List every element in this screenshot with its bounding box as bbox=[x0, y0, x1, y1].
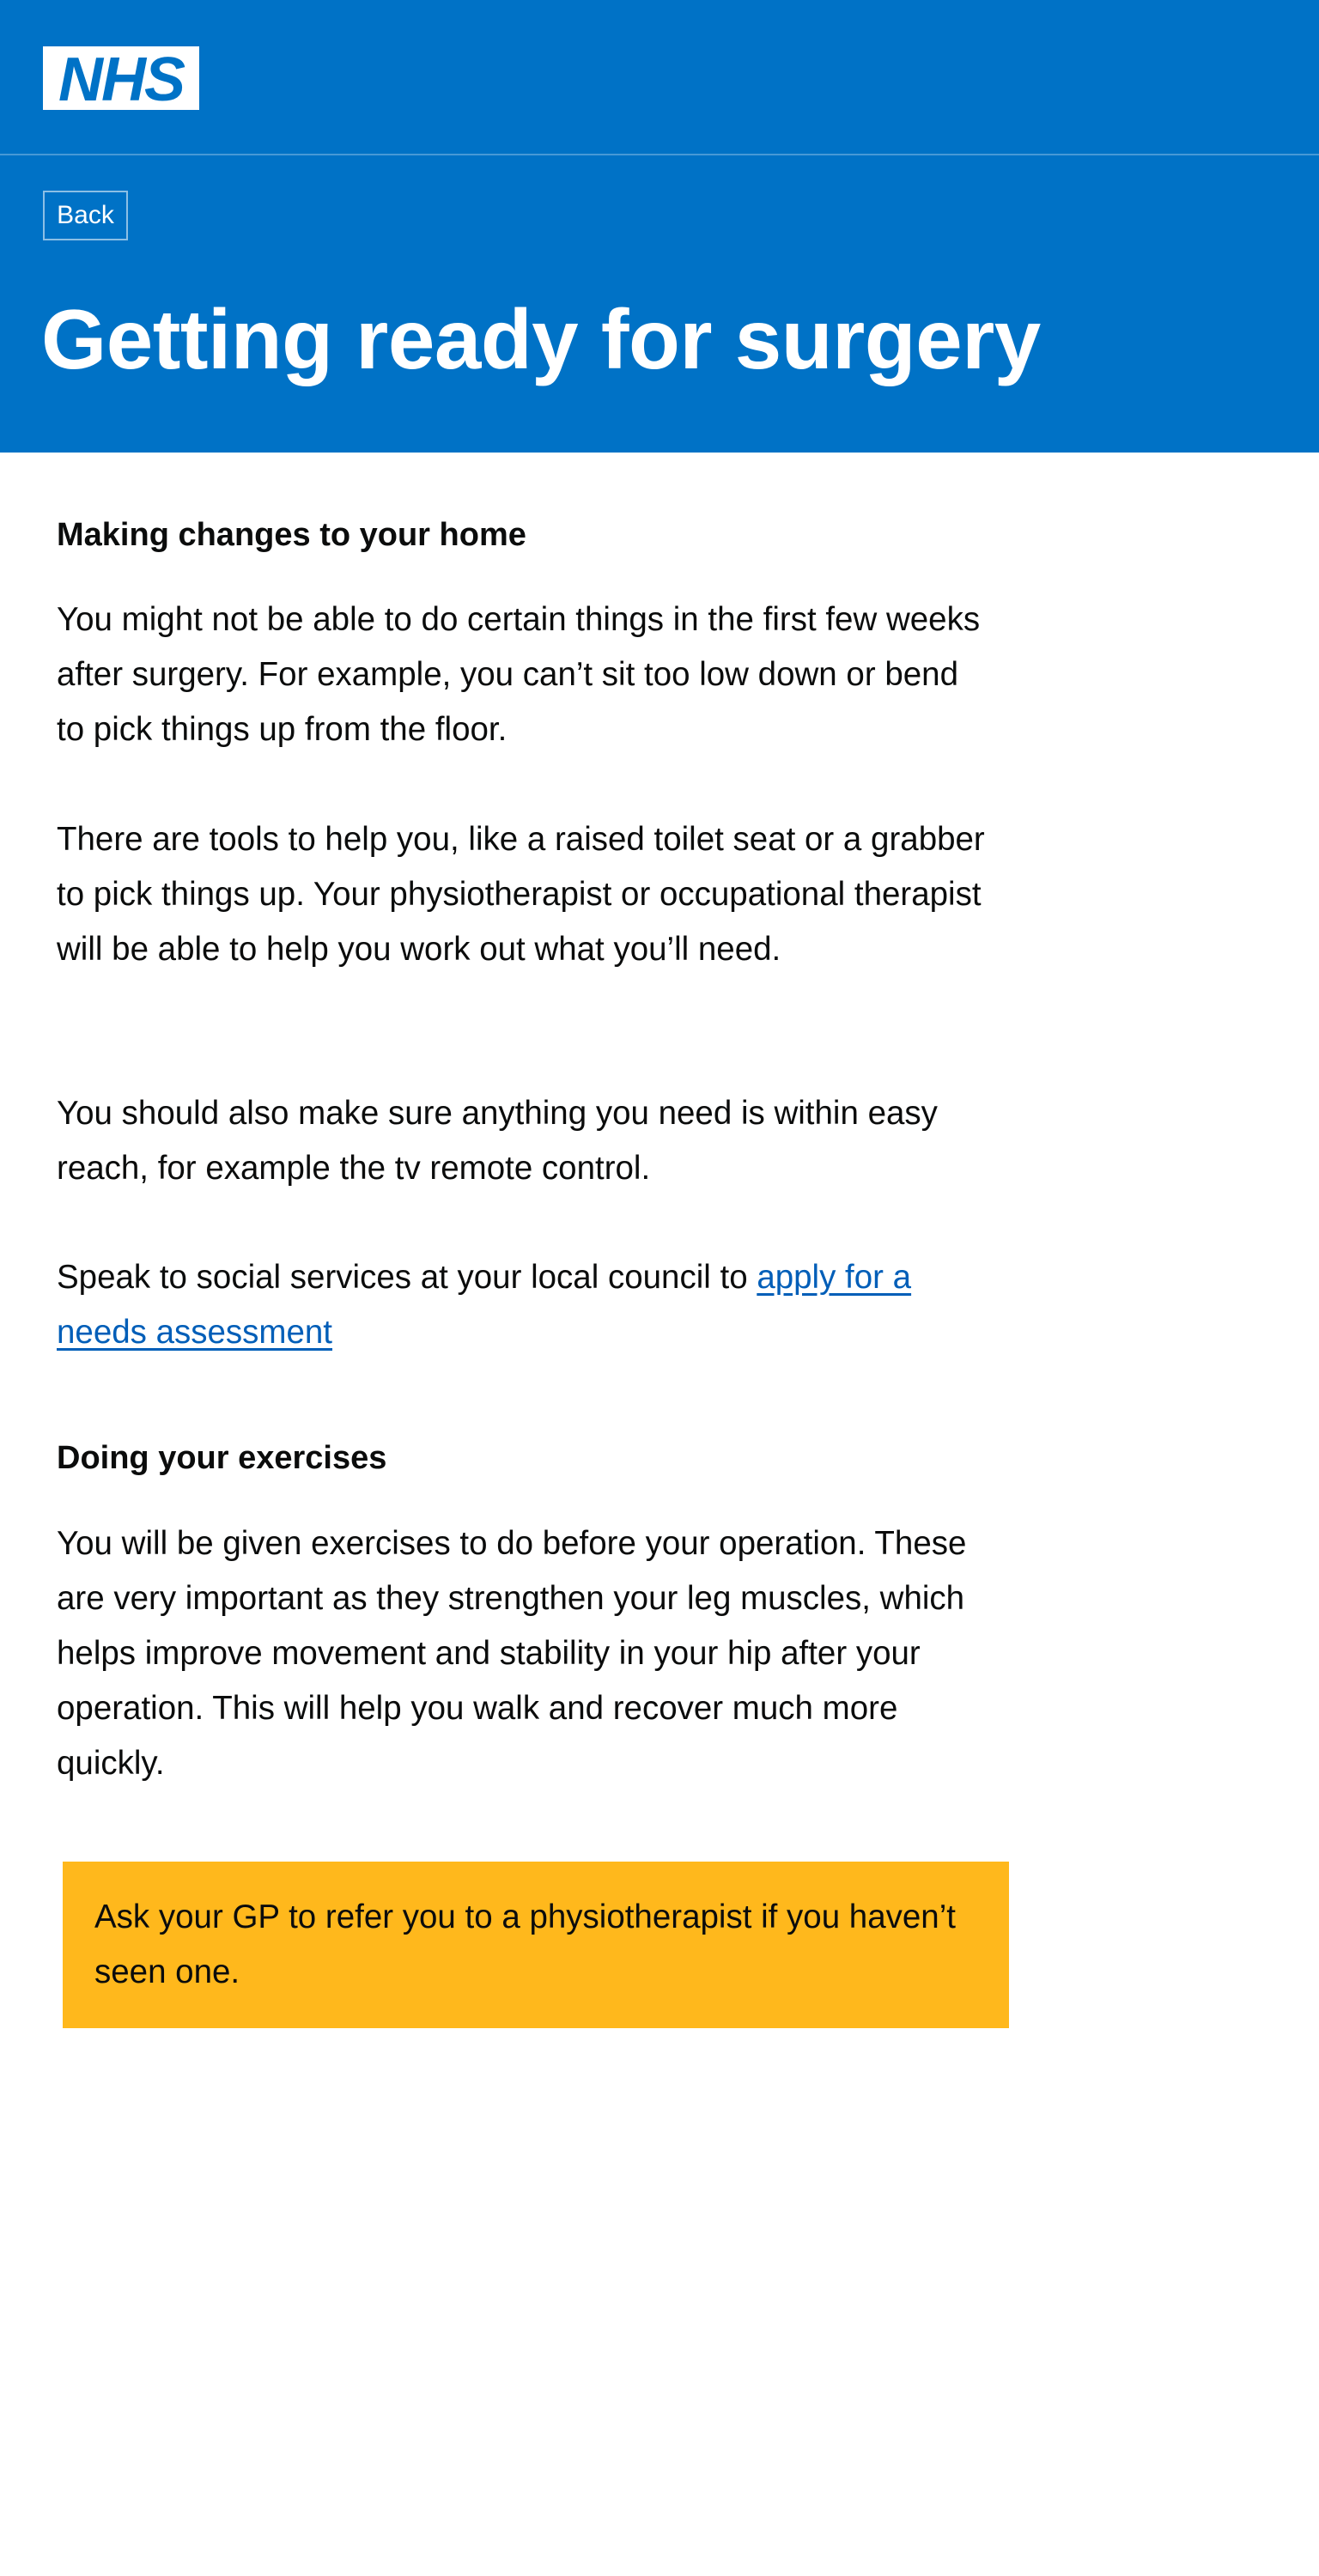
warning-callout: Ask your GP to refer you to a physiother… bbox=[63, 1862, 1009, 2028]
paragraph: You will be given exercises to do before… bbox=[57, 1525, 967, 1782]
section-heading-exercises: Doing your exercises bbox=[57, 1440, 387, 1476]
paragraph: You should also make sure anything you n… bbox=[57, 1095, 938, 1187]
page-header: NHS Back Getting ready for surgery bbox=[0, 0, 1319, 453]
page-title: Getting ready for surgery bbox=[41, 292, 1041, 386]
paragraph: There are tools to help you, like a rais… bbox=[57, 821, 985, 968]
back-link[interactable]: Back bbox=[43, 191, 128, 240]
needs-assessment-paragraph: Speak to social services at your local c… bbox=[57, 1250, 993, 1360]
svg-text:NHS: NHS bbox=[58, 46, 185, 110]
callout-text: Ask your GP to refer you to a physiother… bbox=[94, 1899, 956, 1990]
section-heading-home: Making changes to your home bbox=[57, 517, 526, 553]
nhs-logo[interactable]: NHS bbox=[43, 46, 199, 110]
header-divider bbox=[0, 154, 1319, 155]
paragraph: You might not be able to do certain thin… bbox=[57, 601, 981, 748]
paragraph-text: Speak to social services at your local c… bbox=[57, 1259, 757, 1296]
nhs-logo-image: NHS bbox=[43, 46, 199, 110]
